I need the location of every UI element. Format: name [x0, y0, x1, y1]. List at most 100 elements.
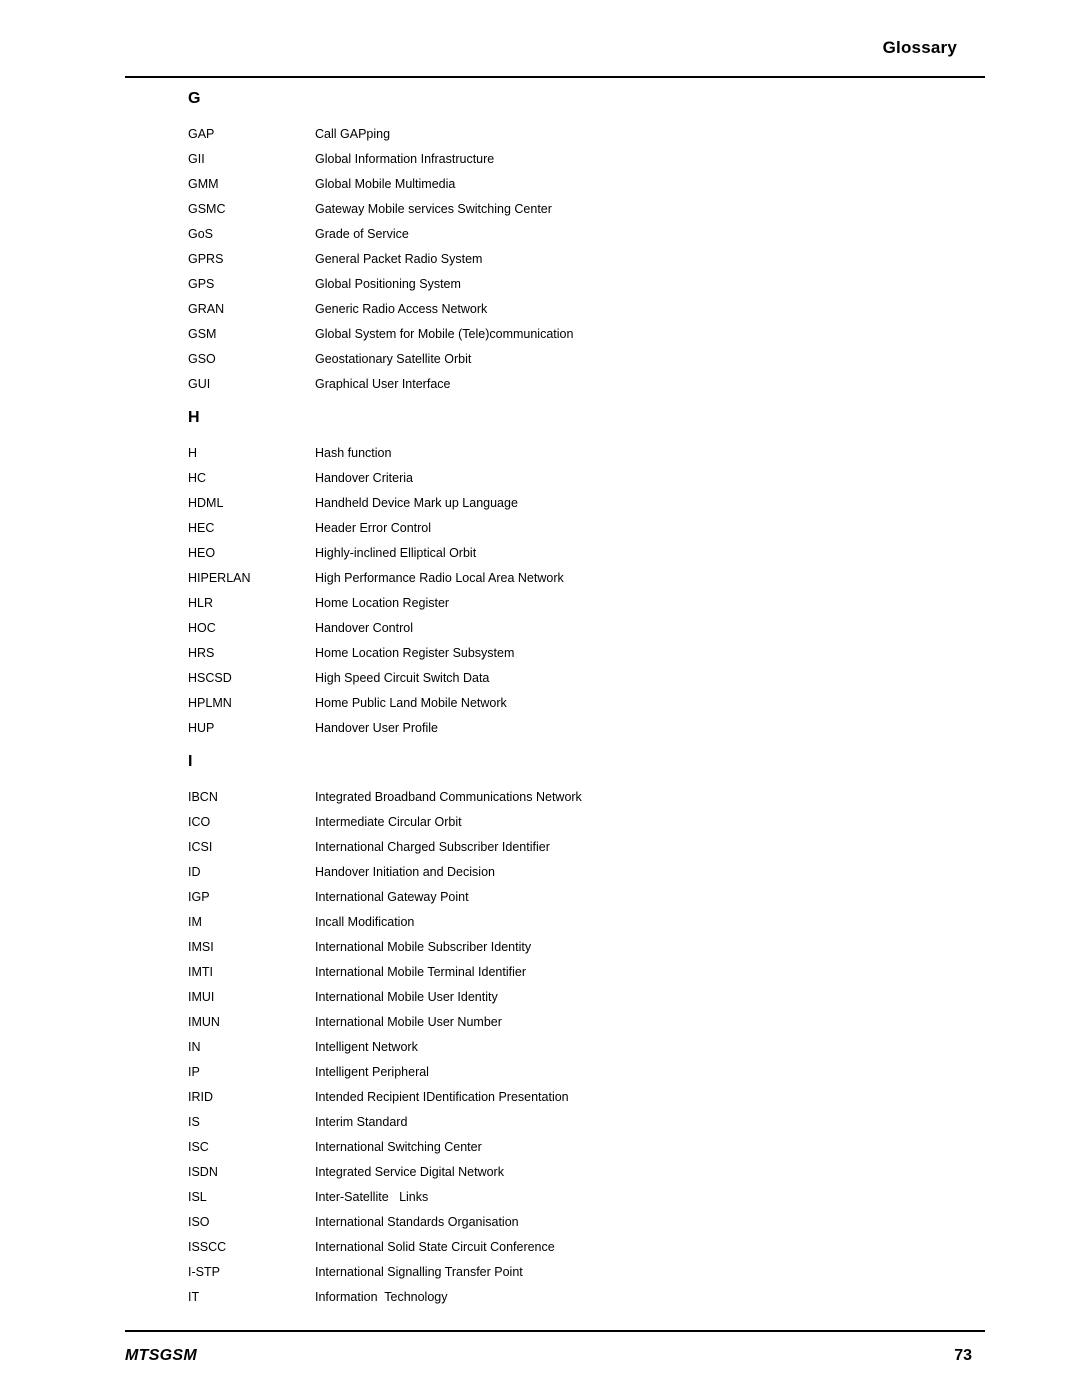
section-heading: H	[188, 409, 200, 426]
glossary-entry: IS Interim Standard	[188, 1110, 988, 1135]
glossary-term: ISDN	[188, 1165, 218, 1179]
glossary-entry: GPS Global Positioning System	[188, 272, 988, 297]
glossary-page: Glossary G GAP Call GAPping GII Global Infor…	[0, 0, 1080, 1397]
glossary-entry: H Hash function	[188, 441, 988, 466]
glossary-definition: Intermediate Circular Orbit	[315, 815, 462, 829]
glossary-term: GPS	[188, 277, 215, 291]
glossary-definition: Global Mobile Multimedia	[315, 177, 456, 191]
glossary-term: HEO	[188, 546, 216, 560]
glossary-entry: HLR Home Location Register	[188, 591, 988, 616]
glossary-term: HIPERLAN	[188, 571, 251, 585]
glossary-entry: ISC International Switching Center	[188, 1135, 988, 1160]
glossary-definition: Global Information Infrastructure	[315, 152, 495, 166]
glossary-term: ISC	[188, 1140, 209, 1154]
glossary-entry: IN Intelligent Network	[188, 1035, 988, 1060]
glossary-entry: IMTI International Mobile Terminal Identi…	[188, 960, 988, 985]
glossary-definition: Integrated Broadband Communications Netw…	[315, 790, 582, 804]
glossary-term: HDML	[188, 496, 224, 510]
glossary-term: GMM	[188, 177, 219, 191]
glossary-definition: International Signalling Transfer Point	[315, 1265, 523, 1279]
glossary-definition: Generic Radio Access Network	[315, 302, 488, 316]
glossary-entry: GII Global Information Infrastructure	[188, 147, 988, 172]
glossary-definition: Handover User Profile	[315, 721, 438, 735]
glossary-term: H	[188, 446, 198, 460]
glossary-term: IM	[188, 915, 202, 929]
glossary-definition: Highly-inclined Elliptical Orbit	[315, 546, 477, 560]
glossary-definition: Home Location Register Subsystem	[315, 646, 515, 660]
glossary-entry: HPLMN Home Public Land Mobile Network	[188, 691, 988, 716]
glossary-entry: IGP International Gateway Point	[188, 885, 988, 910]
glossary-term: HPLMN	[188, 696, 232, 710]
glossary-term: ISO	[188, 1215, 210, 1229]
glossary-term: IMTI	[188, 965, 213, 979]
glossary-term: I-STP	[188, 1265, 220, 1279]
glossary-term: ISSCC	[188, 1240, 227, 1254]
glossary-term: HSCSD	[188, 671, 232, 685]
glossary-entry: ID Handover Initiation and Decision	[188, 860, 988, 885]
page-header: Glossary	[125, 38, 985, 84]
glossary-definition: International Standards Organisation	[315, 1215, 519, 1229]
glossary-entry: GUI Graphical User Interface	[188, 372, 988, 397]
glossary-term: IS	[188, 1115, 200, 1129]
glossary-definition: Hash function	[315, 446, 392, 460]
glossary-definition: International Mobile Terminal Identifier	[315, 965, 526, 979]
glossary-entry: ISO International Standards Organisation	[188, 1210, 988, 1235]
glossary-entry: GSO Geostationary Satellite Orbit	[188, 347, 988, 372]
glossary-definition: High Performance Radio Local Area Networ…	[315, 571, 564, 585]
section-heading: I	[188, 753, 193, 770]
glossary-term: HRS	[188, 646, 215, 660]
glossary-term: GII	[188, 152, 205, 166]
header-divider	[125, 76, 985, 78]
glossary-entry: ICSI International Charged Subscriber Ide…	[188, 835, 988, 860]
glossary-term: IP	[188, 1065, 200, 1079]
glossary-entry: HDML Handheld Device Mark up Language	[188, 491, 988, 516]
glossary-term: IGP	[188, 890, 210, 904]
footer-document-name: MTSGSM	[125, 1347, 198, 1364]
glossary-entry: HEO Highly-inclined Elliptical Orbit	[188, 541, 988, 566]
glossary-entry: GSMC Gateway Mobile services Switching Ce…	[188, 197, 988, 222]
glossary-definition: Interim Standard	[315, 1115, 408, 1129]
glossary-entry: HC Handover Criteria	[188, 466, 988, 491]
glossary-entry: GSM Global System for Mobile (Tele)commun…	[188, 322, 988, 347]
glossary-term: GUI	[188, 377, 211, 391]
glossary-term: HOC	[188, 621, 216, 635]
glossary-entry: IMSI International Mobile Subscriber Iden…	[188, 935, 988, 960]
glossary-term: GPRS	[188, 252, 224, 266]
glossary-term: ISL	[188, 1190, 207, 1204]
glossary-term: IN	[188, 1040, 201, 1054]
glossary-definition: Handover Initiation and Decision	[315, 865, 495, 879]
glossary-entry: IBCN Integrated Broadband Communications …	[188, 785, 988, 810]
glossary-term: ICO	[188, 815, 211, 829]
footer-divider	[125, 1330, 985, 1332]
glossary-definition: Home Location Register	[315, 596, 450, 610]
glossary-entry: HEC Header Error Control	[188, 516, 988, 541]
glossary-term: IMUN	[188, 1015, 220, 1029]
glossary-definition: Header Error Control	[315, 521, 432, 535]
glossary-entry: I-STP International Signalling Transfer P…	[188, 1260, 988, 1285]
glossary-term: GRAN	[188, 302, 225, 316]
glossary-entry: IRID Intended Recipient IDentification Pr…	[188, 1085, 988, 1110]
glossary-term: GSM	[188, 327, 217, 341]
glossary-definition: Handheld Device Mark up Language	[315, 496, 518, 510]
glossary-term: IMUI	[188, 990, 215, 1004]
glossary-definition: Graphical User Interface	[315, 377, 451, 391]
glossary-definition: Incall Modification	[315, 915, 415, 929]
glossary-entry: IP Intelligent Peripheral	[188, 1060, 988, 1085]
glossary-section-h: H H Hash function HC Handover Criteria HDML Ha…	[188, 409, 988, 741]
glossary-entry: IT Information Technology	[188, 1285, 988, 1310]
glossary-content: G GAP Call GAPping GII Global Information In…	[188, 90, 988, 1310]
page-footer: MTSGSM 73	[125, 1330, 985, 1380]
glossary-entry: IM Incall Modification	[188, 910, 988, 935]
glossary-term: GSMC	[188, 202, 226, 216]
glossary-entry: GRAN Generic Radio Access Network	[188, 297, 988, 322]
glossary-term: IMSI	[188, 940, 214, 954]
glossary-definition: General Packet Radio System	[315, 252, 483, 266]
glossary-entry: HOC Handover Control	[188, 616, 988, 641]
glossary-definition: Call GAPping	[315, 127, 391, 141]
glossary-definition: Geostationary Satellite Orbit	[315, 352, 472, 366]
glossary-definition: International Mobile User Identity	[315, 990, 498, 1004]
glossary-definition: Information Technology	[315, 1290, 448, 1304]
glossary-section-i: I IBCN Integrated Broadband Communications…	[188, 753, 988, 1310]
glossary-entry: GMM Global Mobile Multimedia	[188, 172, 988, 197]
